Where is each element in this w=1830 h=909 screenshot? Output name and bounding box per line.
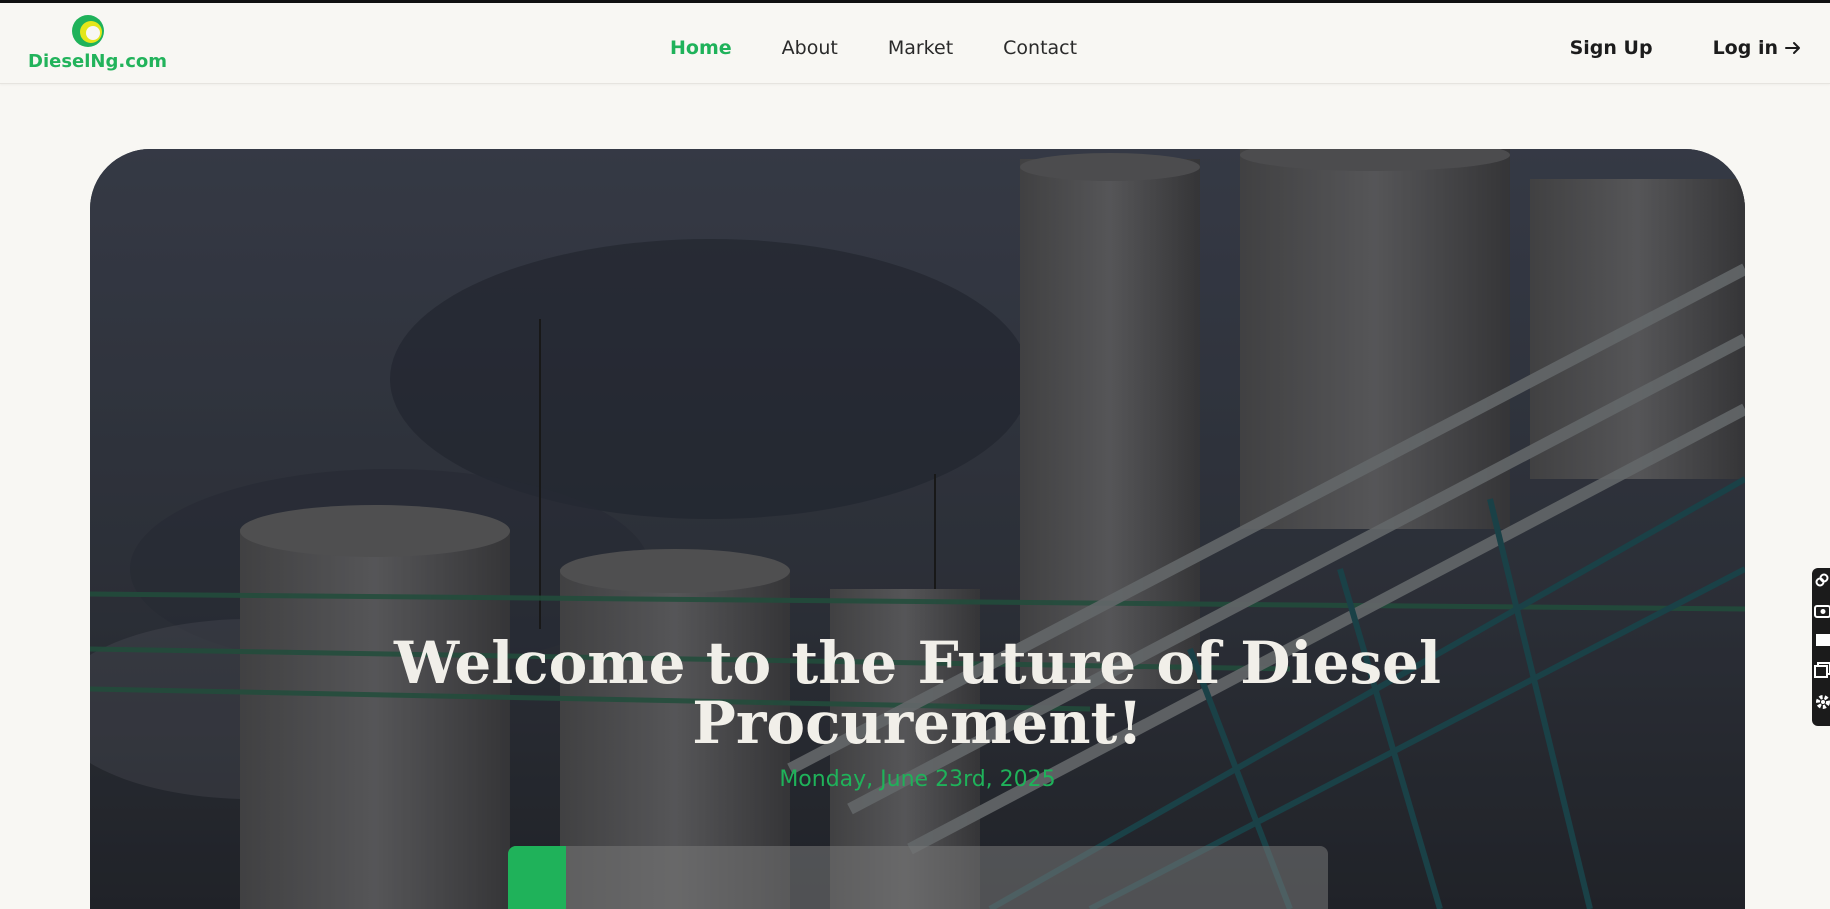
copy-icon[interactable]	[1814, 662, 1830, 678]
top-navbar: DieselNg.com Home About Market Contact S…	[0, 3, 1830, 84]
signup-button[interactable]: Sign Up	[1570, 37, 1653, 59]
nav-link-about[interactable]: About	[782, 37, 838, 59]
hero-banner: Welcome to the Future of Diesel Procurem…	[90, 149, 1745, 909]
nav-link-market[interactable]: Market	[888, 37, 953, 59]
site-logo[interactable]: DieselNg.com	[28, 13, 178, 77]
nav-link-home[interactable]: Home	[670, 37, 732, 59]
side-toolbar	[1812, 568, 1830, 726]
hero-title-line2: Procurement!	[692, 688, 1143, 757]
hero-background-image	[90, 149, 1745, 909]
hero-title: Welcome to the Future of Diesel Procurem…	[90, 633, 1745, 753]
gear-icon[interactable]	[1814, 694, 1830, 710]
signup-label: Sign Up	[1569, 37, 1653, 59]
search-bar[interactable]	[508, 846, 1328, 909]
logo-text: DieselNg.com	[28, 51, 167, 72]
main-nav: Home About Market Contact	[670, 33, 1077, 63]
nav-link-contact[interactable]: Contact	[1003, 37, 1077, 59]
logo-mark-icon	[72, 15, 104, 47]
login-label: Log in	[1712, 37, 1778, 59]
login-button[interactable]: Log in	[1713, 37, 1802, 59]
hero-date: Monday, June 23rd, 2025	[779, 767, 1056, 792]
hero-title-line1: Welcome to the Future of Diesel	[393, 628, 1442, 697]
auth-links: Sign Up Log in	[1570, 33, 1802, 63]
link-icon[interactable]	[1814, 572, 1830, 588]
arrow-right-icon	[1785, 42, 1800, 54]
square-icon[interactable]	[1814, 632, 1830, 648]
search-button[interactable]	[508, 846, 566, 909]
camera-icon[interactable]	[1814, 602, 1830, 618]
